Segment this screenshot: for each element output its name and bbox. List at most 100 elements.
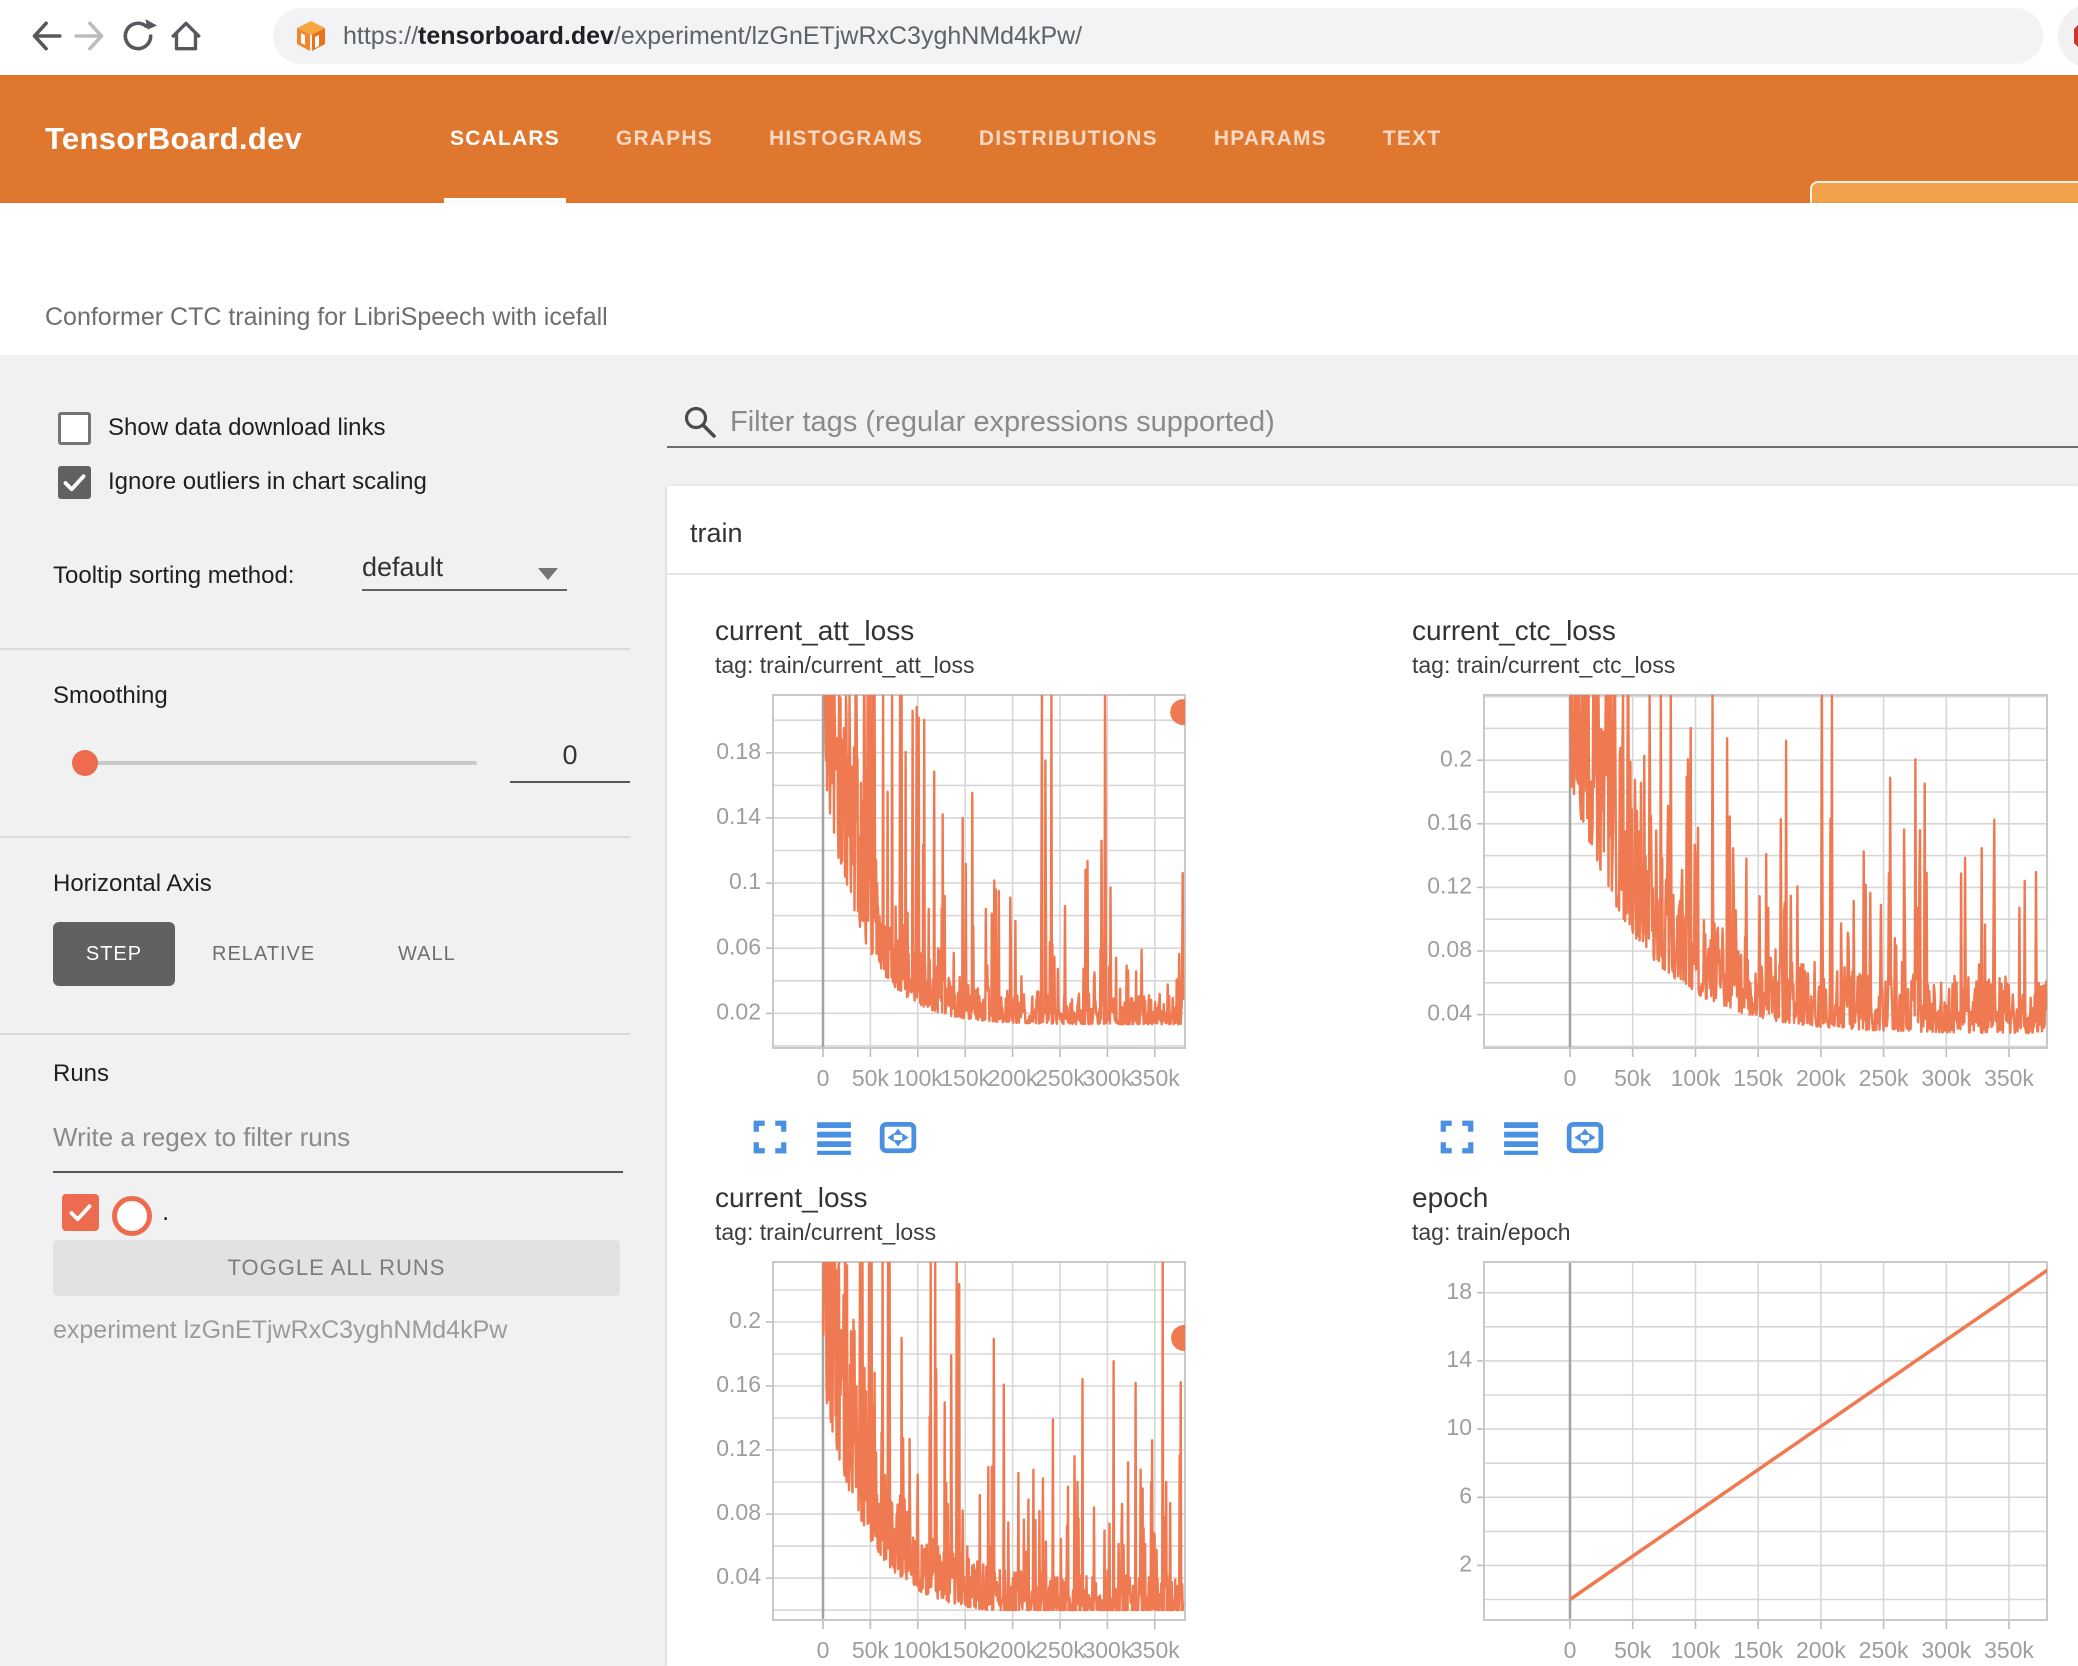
runs-regex-underline	[53, 1171, 623, 1173]
svg-text:200k: 200k	[988, 1065, 1038, 1091]
svg-text:200k: 200k	[1796, 1065, 1846, 1091]
chart-title: current_ctc_loss	[1412, 615, 1616, 646]
svg-text:0.08: 0.08	[1427, 936, 1472, 962]
experiment-caption: experiment lzGnETjwRxC3yghNMd4kPw	[53, 1316, 508, 1344]
svg-text:0.12: 0.12	[716, 1435, 761, 1461]
horizontal-lines-icon[interactable]	[1502, 1118, 1540, 1156]
svg-text:250k: 250k	[1859, 1637, 1909, 1663]
tab-distributions[interactable]: DISTRIBUTIONS	[979, 75, 1158, 203]
fullscreen-icon[interactable]	[751, 1118, 789, 1156]
svg-text:150k: 150k	[1733, 1637, 1783, 1663]
ignore-outliers-label: Ignore outliers in chart scaling	[108, 468, 427, 495]
chart-current_ctc_loss: current_ctc_loss tag: train/current_ctc_l…	[1412, 615, 2059, 1100]
svg-text:50k: 50k	[1614, 1065, 1652, 1091]
chart-toolbar	[1438, 1118, 1604, 1156]
home-icon[interactable]	[164, 14, 208, 58]
svg-text:0.16: 0.16	[716, 1371, 761, 1397]
tab-hparams[interactable]: HPARAMS	[1214, 75, 1327, 203]
nav-tabs: SCALARS GRAPHS HISTOGRAMS DISTRIBUTIONS HPAR…	[444, 75, 1441, 203]
fullscreen-icon[interactable]	[1438, 1118, 1476, 1156]
svg-text:0.12: 0.12	[1427, 872, 1472, 898]
tag-group-header[interactable]: train	[690, 518, 743, 549]
chart-plot[interactable]: 0 50k 100k150k200k250k300k350k 0.02 0.06 0.1 0…	[715, 687, 1197, 1100]
svg-text:0.2: 0.2	[1440, 745, 1472, 771]
axis-step-button[interactable]: STEP	[53, 922, 175, 986]
divider	[0, 836, 630, 838]
svg-text:0.14: 0.14	[716, 803, 761, 829]
svg-text:200k: 200k	[1796, 1637, 1846, 1663]
svg-text:6: 6	[1459, 1482, 1472, 1508]
svg-text:0.06: 0.06	[716, 933, 761, 959]
svg-text:300k: 300k	[1082, 1637, 1132, 1663]
experiment-title: Conformer CTC training for LibriSpeech w…	[45, 303, 608, 331]
chart-toolbar	[751, 1118, 917, 1156]
chart-tag: tag: train/epoch	[1412, 1219, 1571, 1245]
chart-current_loss: current_loss tag: train/current_loss 0 50k 1…	[715, 1182, 1197, 1666]
run-checkbox[interactable]	[62, 1194, 99, 1231]
chart-title: current_att_loss	[715, 615, 915, 646]
svg-text:50k: 50k	[852, 1065, 890, 1091]
back-icon[interactable]	[22, 14, 66, 58]
svg-text:50k: 50k	[852, 1637, 890, 1663]
ignore-outliers-checkbox[interactable]	[58, 466, 91, 499]
fit-domain-icon[interactable]	[879, 1118, 917, 1156]
svg-text:100k: 100k	[1671, 1065, 1721, 1091]
svg-text:10: 10	[1446, 1414, 1472, 1440]
svg-text:50k: 50k	[1614, 1637, 1652, 1663]
app-header: TensorBoard.dev SCALARS GRAPHS HISTOGRAMS D…	[0, 75, 2078, 245]
svg-text:250k: 250k	[1035, 1637, 1085, 1663]
browser-toolbar: https://tensorboard.dev/experiment/lzGnE…	[0, 0, 2078, 77]
svg-text:350k: 350k	[1984, 1637, 2034, 1663]
toggle-all-runs-button[interactable]: TOGGLE ALL RUNS	[53, 1240, 620, 1296]
svg-text:100k: 100k	[893, 1637, 943, 1663]
svg-text:0.1: 0.1	[729, 868, 761, 894]
runs-regex-input[interactable]: Write a regex to filter runs	[53, 1122, 350, 1153]
reload-icon[interactable]	[116, 14, 160, 58]
svg-text:150k: 150k	[1733, 1065, 1783, 1091]
svg-text:300k: 300k	[1921, 1065, 1971, 1091]
chart-plot[interactable]: 050k100k150k200k250k300k350k0.040.080.12…	[1412, 687, 2059, 1100]
svg-text:150k: 150k	[940, 1065, 990, 1091]
forward-icon[interactable]	[70, 14, 114, 58]
run-color-ring-icon	[112, 1196, 152, 1236]
chart-plot[interactable]: 0 50k 100k 150k 200k 250k 300k 350k 2 6 10 14 18	[1412, 1254, 2059, 1666]
card-divider	[667, 573, 2078, 575]
experiment-title-bar: Conformer CTC training for LibriSpeech w…	[0, 203, 2078, 355]
svg-text:18: 18	[1446, 1278, 1472, 1304]
svg-text:14: 14	[1446, 1346, 1472, 1372]
fit-domain-icon[interactable]	[1566, 1118, 1604, 1156]
svg-text:0.2: 0.2	[729, 1307, 761, 1333]
tooltip-sorting-label: Tooltip sorting method:	[53, 562, 295, 589]
svg-text:0: 0	[817, 1637, 830, 1663]
tooltip-sorting-dropdown[interactable]: default	[362, 552, 567, 591]
smoothing-slider-thumb[interactable]	[72, 750, 98, 776]
show-download-links-checkbox[interactable]	[58, 412, 91, 445]
chart-current_att_loss: current_att_loss tag: train/current_att_l…	[715, 615, 1197, 1100]
svg-text:2: 2	[1459, 1550, 1472, 1576]
app-logo[interactable]: TensorBoard.dev	[45, 75, 302, 203]
tab-graphs[interactable]: GRAPHS	[616, 75, 713, 203]
smoothing-slider[interactable]	[85, 761, 477, 765]
filter-tags-underline	[667, 446, 2078, 448]
svg-text:0.08: 0.08	[716, 1499, 761, 1525]
svg-text:350k: 350k	[1130, 1065, 1180, 1091]
filter-tags-input[interactable]: Filter tags (regular expressions support…	[730, 406, 1275, 439]
svg-text:350k: 350k	[1984, 1065, 2034, 1091]
chart-plot[interactable]: 050k100k150k200k250k300k350k0.040.080.12…	[715, 1254, 1197, 1666]
divider	[0, 1033, 630, 1035]
search-icon	[682, 404, 718, 440]
axis-relative-button[interactable]: RELATIVE	[212, 922, 315, 986]
svg-text:200k: 200k	[988, 1637, 1038, 1663]
chart-title: epoch	[1412, 1182, 1489, 1213]
axis-wall-button[interactable]: WALL	[398, 922, 456, 986]
tab-scalars[interactable]: SCALARS	[444, 75, 566, 203]
show-download-links-label: Show data download links	[108, 414, 386, 441]
tab-text[interactable]: TEXT	[1383, 75, 1441, 203]
tab-histograms[interactable]: HISTOGRAMS	[769, 75, 923, 203]
svg-text:0: 0	[817, 1065, 830, 1091]
smoothing-value-input[interactable]: 0	[510, 740, 630, 783]
extension-icon[interactable]	[2058, 4, 2078, 68]
svg-text:350k: 350k	[1130, 1637, 1180, 1663]
horizontal-lines-icon[interactable]	[815, 1118, 853, 1156]
url-bar[interactable]: https://tensorboard.dev/experiment/lzGnE…	[273, 8, 2043, 64]
